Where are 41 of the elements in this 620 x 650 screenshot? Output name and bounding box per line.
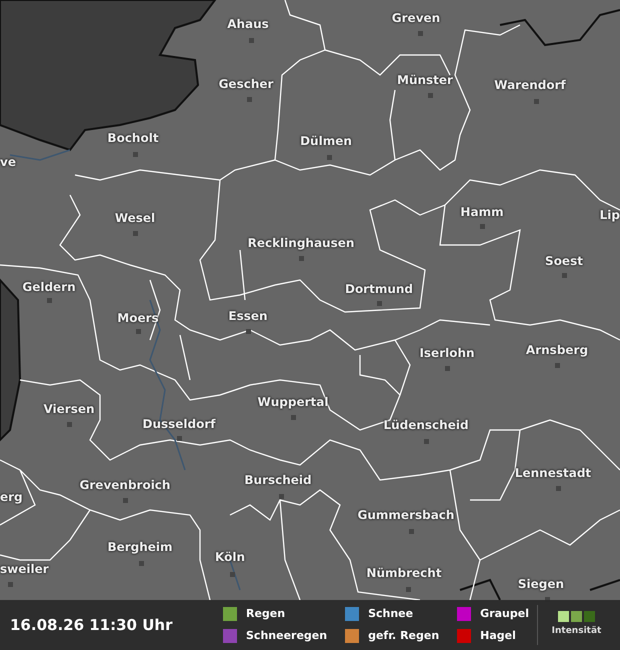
city-label: Münster [397,74,453,86]
timestamp: 16.08.26 11:30 Uhr [10,614,174,636]
city-label: Wesel [114,212,156,224]
legend-label: Schnee [368,606,414,622]
city-label: Geldern [22,281,76,293]
city-label: Soest [545,255,583,267]
city-label: Köln [215,551,245,563]
city-label: Gescher [218,78,274,90]
legend-label: Hagel [480,628,516,644]
city-label: Viersen [43,403,95,415]
city-label: Gummersbach [358,509,454,521]
city-label: Essen [228,310,268,322]
city-label: Warendorf [494,79,566,91]
city-label: Iserlohn [419,347,475,359]
city-label: Dülmen [300,135,352,147]
city-label: Ahaus [227,18,269,30]
city-label: Dortmund [344,283,414,295]
city-label: sweiler [0,563,49,575]
legend-label: Regen [246,606,286,622]
city-label: Wuppertal [258,396,328,408]
city-label: Bocholt [107,132,159,144]
city-label: Lennestadt [514,467,592,479]
legend-label: gefr. Regen [368,628,440,644]
city-label: Moers [117,312,159,324]
city-label: Burscheid [244,474,312,486]
city-label: Greven [392,12,440,24]
intensity-label: Intensität [552,625,602,638]
city-label: Lip [600,209,620,221]
city-label: Nümbrecht [366,567,442,579]
city-label: Siegen [518,578,564,590]
city-label: Dusseldorf [142,418,216,430]
legend-label: Schneeregen [246,628,328,644]
city-label: Hamm [460,206,504,218]
city-label: Lüdenscheid [383,419,469,431]
city-label: Recklinghausen [248,237,354,249]
legend-label: Graupel [480,606,529,622]
city-label: ve [0,156,16,168]
city-label: Arnsberg [526,344,588,356]
city-label: erg [0,491,23,503]
city-label: Bergheim [107,541,173,553]
city-label: Grevenbroich [80,479,170,491]
